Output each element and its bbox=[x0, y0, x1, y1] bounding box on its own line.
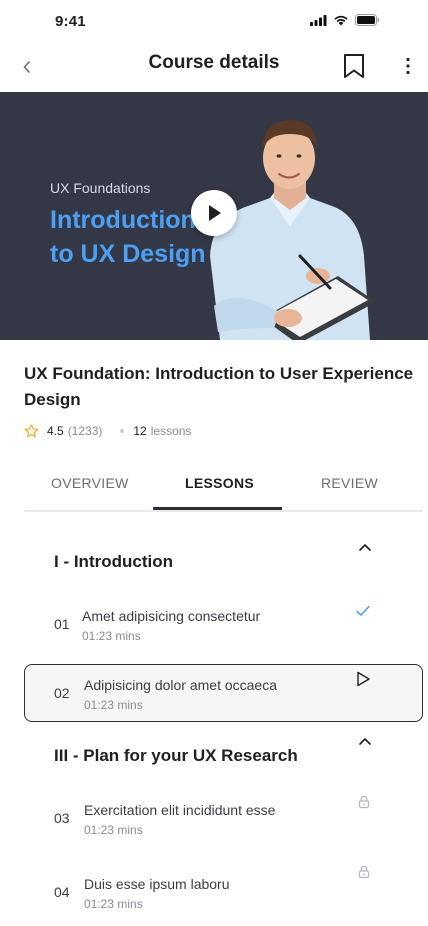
nav-bar: Course details bbox=[0, 44, 428, 92]
lesson-number: 04 bbox=[54, 884, 70, 900]
lesson-duration: 01:23 mins bbox=[84, 897, 143, 911]
more-vertical-icon bbox=[406, 57, 410, 75]
lesson-row-selected[interactable]: 02 Adipisicing dolor amet occaeca 01:23 … bbox=[24, 664, 423, 722]
tab-lessons[interactable]: LESSONS bbox=[185, 475, 254, 491]
more-options-button[interactable] bbox=[397, 51, 419, 81]
lesson-name: Amet adipisicing consectetur bbox=[82, 608, 261, 624]
play-icon bbox=[209, 205, 221, 221]
status-time: 9:41 bbox=[55, 13, 86, 30]
star-icon bbox=[24, 424, 39, 438]
lesson-duration: 01:23 mins bbox=[84, 698, 143, 712]
lesson-duration: 01:23 mins bbox=[82, 629, 141, 643]
chevron-up-icon[interactable] bbox=[356, 540, 374, 554]
section-title: III - Plan for your UX Research bbox=[54, 746, 298, 765]
lessons-label: lessons bbox=[150, 424, 192, 438]
bookmark-icon bbox=[344, 54, 364, 78]
status-icons bbox=[310, 14, 380, 26]
lesson-duration: 01:23 mins bbox=[84, 823, 143, 837]
tab-overview[interactable]: OVERVIEW bbox=[51, 475, 129, 491]
hero-title-line1: Introduction bbox=[50, 206, 196, 234]
wifi-icon bbox=[334, 15, 348, 26]
lesson-row[interactable]: 04 Duis esse ipsum laboru 01:23 mins bbox=[24, 864, 423, 922]
battery-icon bbox=[355, 14, 380, 26]
hero-title: Introduction to UX Design bbox=[50, 203, 210, 271]
tab-active-indicator bbox=[153, 507, 282, 510]
play-video-button[interactable] bbox=[191, 190, 237, 236]
lessons-count: 12 bbox=[133, 424, 147, 438]
signal-icon bbox=[310, 14, 327, 26]
hero-title-line2: to UX Design bbox=[50, 240, 206, 268]
course-title: UX Foundation: Introduction to User Expe… bbox=[24, 364, 414, 409]
meta-separator bbox=[120, 429, 125, 433]
lesson-name: Exercitation elit incididunt esse bbox=[84, 802, 276, 818]
course-meta: 4.5 (1233) 12 lessons bbox=[24, 424, 191, 438]
course-tabs: OVERVIEW LESSONS REVIEW bbox=[24, 470, 423, 512]
status-bar: 9:41 bbox=[0, 0, 428, 44]
rating-count: (1233) bbox=[67, 424, 103, 438]
chevron-up-icon[interactable] bbox=[356, 734, 374, 748]
lock-icon bbox=[358, 865, 370, 879]
lesson-number: 02 bbox=[54, 685, 70, 701]
bookmark-button[interactable] bbox=[341, 51, 367, 81]
lesson-number: 01 bbox=[54, 616, 70, 632]
tab-review[interactable]: REVIEW bbox=[321, 475, 378, 491]
lesson-name: Adipisicing dolor amet occaeca bbox=[84, 677, 277, 693]
play-outline-icon[interactable] bbox=[354, 670, 372, 688]
section-title: I - Introduction bbox=[54, 552, 173, 571]
lesson-name: Duis esse ipsum laboru bbox=[84, 876, 230, 892]
course-video-thumbnail[interactable]: UX Foundations Introduction to UX Design bbox=[0, 92, 428, 340]
rating-value: 4.5 bbox=[47, 424, 64, 438]
lesson-number: 03 bbox=[54, 810, 70, 826]
hero-eyebrow: UX Foundations bbox=[50, 180, 151, 196]
lesson-row[interactable]: 01 Amet adipisicing consectetur 01:23 mi… bbox=[24, 596, 423, 654]
lesson-row[interactable]: 03 Exercitation elit incididunt esse 01:… bbox=[24, 790, 423, 848]
lock-icon bbox=[358, 795, 370, 809]
check-icon bbox=[356, 605, 370, 616]
